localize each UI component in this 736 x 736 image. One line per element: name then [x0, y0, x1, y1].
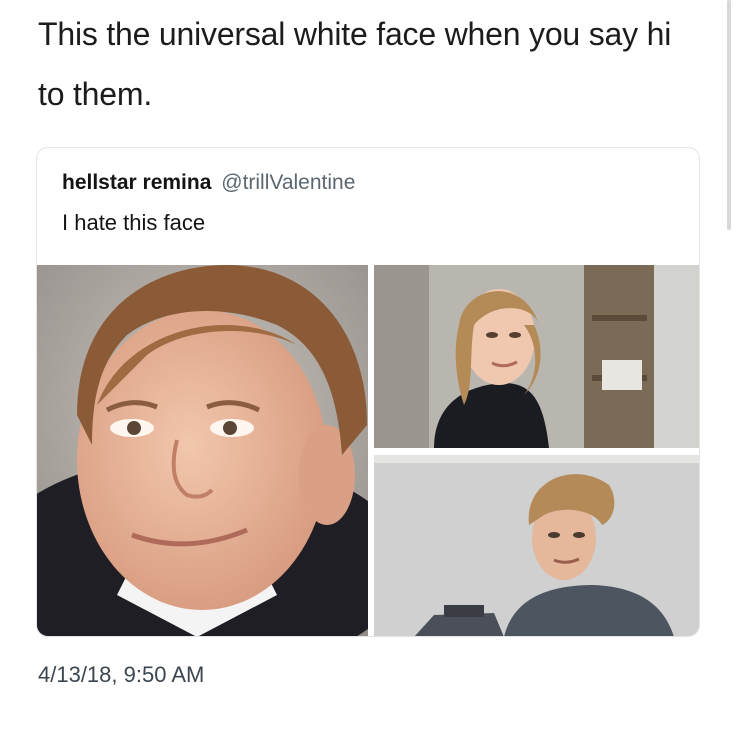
tweet-author[interactable]: hellstar remina @trillValentine — [62, 170, 355, 196]
tweet-photo-man[interactable] — [374, 455, 699, 636]
post-caption: This the universal white face when you s… — [38, 16, 672, 112]
scrollbar[interactable] — [727, 0, 731, 230]
tweet-card[interactable]: hellstar remina @trillValentine I hate t… — [36, 147, 700, 637]
tweet-text: I hate this face — [62, 210, 206, 235]
tweet-photo-boy[interactable] — [37, 265, 368, 636]
tweet-photo-girl[interactable] — [374, 265, 699, 448]
tweet-timestamp[interactable]: 4/13/18, 9:50 AM — [38, 661, 204, 689]
author-handle[interactable]: @trillValentine — [221, 171, 355, 194]
author-name[interactable]: hellstar remina — [62, 171, 211, 194]
